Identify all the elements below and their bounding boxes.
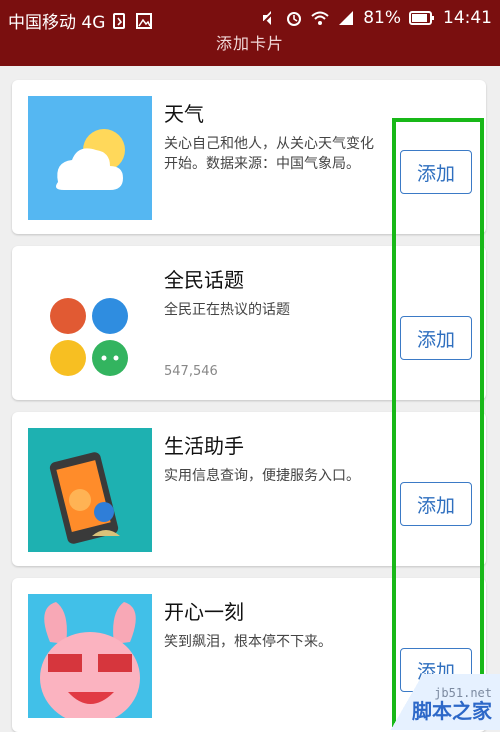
card-title: 开心一刻 (164, 600, 244, 624)
card-description: 全民正在热议的话题 (164, 302, 290, 318)
sim-icon (113, 12, 126, 29)
status-bar: 中国移动 4G 81% 14:41 添加卡片 (0, 0, 500, 66)
weather-icon (28, 96, 152, 220)
card-title: 天气 (164, 102, 204, 126)
watermark-name: 脚本之家 (412, 699, 492, 723)
topic-dots-icon (28, 262, 152, 386)
mute-icon (260, 10, 276, 26)
card-description: 实用信息查询，便捷服务入口。 (164, 468, 360, 484)
watermark: jb51.net 脚本之家 (350, 674, 500, 730)
battery-percent: 81% (363, 8, 401, 28)
life-assistant-icon (28, 428, 152, 552)
happy-moment-icon (28, 594, 152, 718)
card-title: 生活助手 (164, 434, 244, 458)
image-icon (136, 12, 153, 29)
card-description: 关心自己和他人，从关心天气变化开始。数据来源：中国气象局。 (164, 136, 374, 172)
highlight-box (392, 118, 484, 730)
clock-time: 14:41 (443, 8, 492, 28)
card-title: 全民话题 (164, 268, 244, 292)
battery-icon (409, 11, 434, 25)
signal-icon (339, 11, 354, 25)
page-title: 添加卡片 (215, 34, 284, 53)
status-right: 81% 14:41 (259, 8, 492, 28)
wifi-icon (311, 11, 329, 25)
alarm-icon (287, 12, 302, 26)
card-count: 547,546 (164, 364, 218, 379)
card-description: 笑到飙泪，根本停不下来。 (164, 634, 332, 650)
